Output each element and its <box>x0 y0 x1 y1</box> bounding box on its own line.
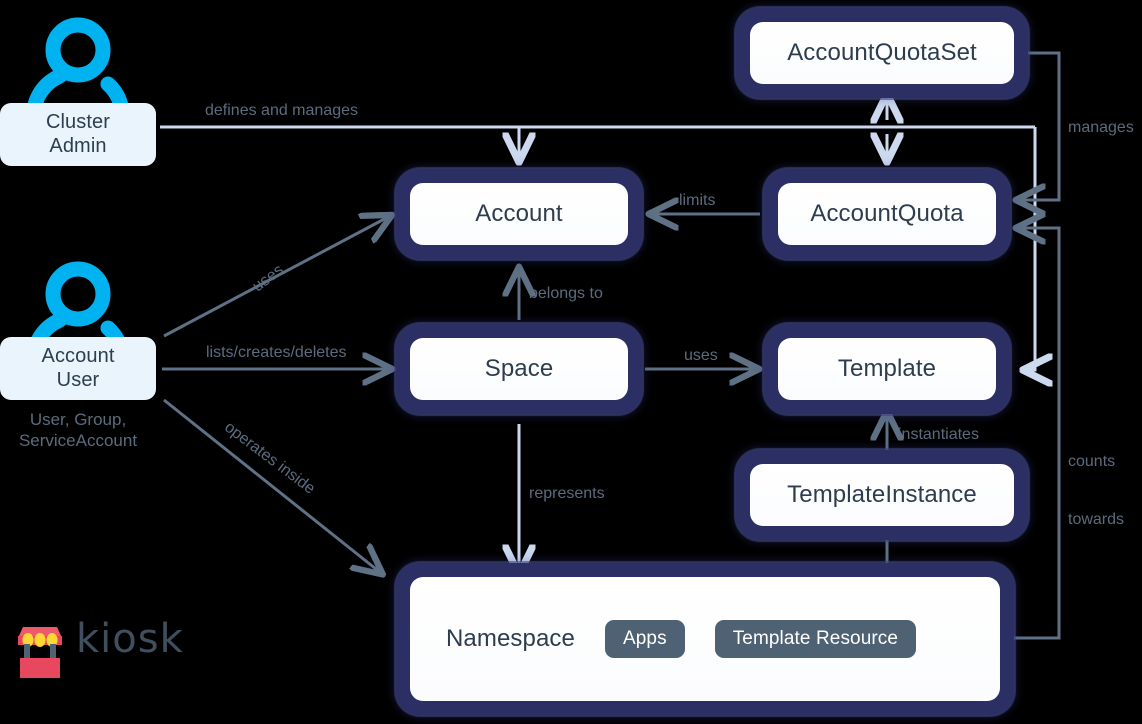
node-account-quota[interactable]: AccountQuota <box>764 169 1010 259</box>
edge-label-uses-template: uses <box>684 347 718 364</box>
edge-label-counts-towards-line2: towards <box>1068 510 1125 528</box>
edge-label-manages: manages <box>1068 119 1134 136</box>
actor-account-user[interactable]: Account User User, Group, ServiceAccount <box>0 252 156 457</box>
node-account-label: Account <box>410 183 628 245</box>
person-icon <box>26 17 130 118</box>
node-template-instance[interactable]: TemplateInstance <box>736 450 1028 540</box>
brand-name: kiosk <box>76 616 184 662</box>
edge-operates-inside <box>163 398 381 573</box>
node-account-quota-label: AccountQuota <box>778 183 996 245</box>
edge-label-counts-towards: counts towards <box>1068 414 1124 568</box>
chip-template-resource[interactable]: Template Resource <box>714 620 917 658</box>
edge-label-belongs-to: belongs to <box>529 285 603 302</box>
brand-logo[interactable]: kiosk <box>14 616 204 678</box>
node-template-instance-label: TemplateInstance <box>750 464 1014 526</box>
actor-cluster-admin-line1: Cluster <box>45 110 111 133</box>
node-template[interactable]: Template <box>764 324 1010 414</box>
edge-label-instantiates: instantiates <box>898 426 979 443</box>
edge-label-lists-creates-deletes: lists/creates/deletes <box>206 344 347 361</box>
diagram-canvas: Cluster Admin Account User User, Group, … <box>0 0 1142 724</box>
node-space-label: Space <box>410 338 628 400</box>
actor-account-user-sub1: User, Group, <box>29 410 127 429</box>
edge-label-defines-and-manages: defines and manages <box>205 102 358 119</box>
actor-account-user-line1: Account <box>41 344 115 367</box>
actor-cluster-admin-badge: Cluster Admin <box>0 103 156 166</box>
actor-cluster-admin-line2: Admin <box>49 134 107 157</box>
chip-apps[interactable]: Apps <box>604 620 685 658</box>
node-account-quota-set[interactable]: AccountQuotaSet <box>736 8 1028 98</box>
actor-account-user-line2: User <box>56 368 100 391</box>
edge-label-represents: represents <box>529 485 605 502</box>
actor-account-user-sub2: ServiceAccount <box>18 431 138 451</box>
actor-cluster-admin[interactable]: Cluster Admin <box>0 8 156 166</box>
node-account-quota-set-label: AccountQuotaSet <box>750 22 1014 84</box>
node-account[interactable]: Account <box>396 169 642 259</box>
edge-label-counts-towards-line1: counts <box>1068 453 1116 471</box>
actor-account-user-sublabel: User, Group, ServiceAccount <box>0 409 156 452</box>
edge-defines-and-manages-to-template <box>1025 127 1035 370</box>
node-namespace[interactable]: Namespace Apps Template Resource <box>396 563 1014 715</box>
actor-account-user-badge: Account User <box>0 337 156 400</box>
kiosk-stall-icon <box>18 627 62 678</box>
node-space[interactable]: Space <box>396 324 642 414</box>
edge-label-limits: limits <box>679 192 716 209</box>
node-namespace-label: Namespace <box>446 625 575 652</box>
node-template-label: Template <box>778 338 996 400</box>
